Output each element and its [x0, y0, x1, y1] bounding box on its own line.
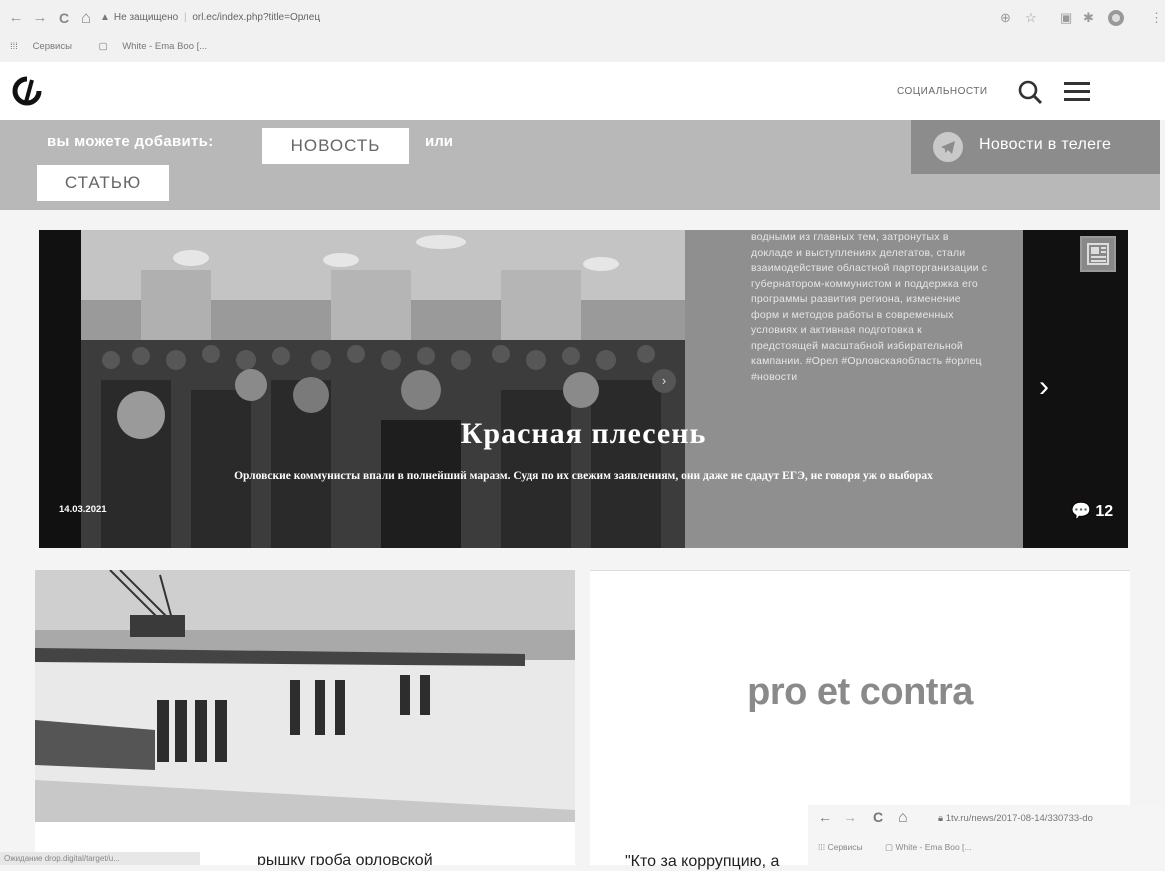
forward-button[interactable]: → — [843, 809, 857, 825]
hero-summary: Орловские коммунисты впали в полнейший м… — [234, 470, 933, 482]
browser-chrome: ← → C ⌂ ▲ Не защищено | orl.ec/index.php?… — [0, 0, 1165, 62]
warning-icon: ▲ — [100, 12, 110, 23]
browser-nav-row: ← → C ⌂ ▲ Не защищено | orl.ec/index.php?… — [0, 6, 1165, 30]
article-type-icon — [1080, 236, 1116, 272]
url-text: 1tv.ru/news/2017-08-14/330733-do — [945, 813, 1093, 824]
comment-count-value: 12 — [1095, 503, 1114, 520]
extension-icon[interactable]: ▣ — [1060, 6, 1072, 30]
lock-icon: 🔒︎ — [938, 813, 946, 824]
telegram-label: Новости в телеге — [979, 136, 1112, 153]
chevron-right-icon[interactable]: › — [1039, 370, 1049, 404]
news-card-title[interactable]: "Кто за коррупцию, а — [625, 853, 779, 871]
back-button[interactable]: ← — [818, 809, 832, 825]
address-bar[interactable]: 🔒︎ 1tv.ru/news/2017-08-14/330733-do — [938, 810, 1165, 828]
star-icon[interactable]: ☆ — [1025, 6, 1037, 30]
security-label: Не защищено — [113, 12, 179, 23]
add-content-bar: вы можете добавить: НОВОСТЬ или СТАТЬЮ Н… — [0, 120, 1160, 210]
hero-description-panel: водными из главных тем, затронутых в док… — [685, 230, 1023, 548]
reload-button[interactable]: C — [873, 809, 883, 825]
url-text: orl.ec/index.php?title=Орлец — [192, 12, 321, 23]
puzzle-icon[interactable]: ✱ — [1083, 6, 1094, 30]
telegram-news-link[interactable]: Новости в телеге — [911, 120, 1160, 174]
news-card[interactable]: рышку гроба орловской — [35, 570, 575, 865]
add-prompt: вы можете добавить: — [47, 133, 214, 150]
hero-slider[interactable]: водными из главных тем, затронутых в док… — [39, 230, 1128, 548]
telegram-icon — [933, 132, 963, 162]
address-bar[interactable]: ▲ Не защищено | orl.ec/index.php?title=Ор… — [100, 8, 940, 28]
hero-date: 14.03.2021 — [59, 504, 107, 515]
menu-icon[interactable]: ⋮ — [1150, 6, 1163, 30]
social-link[interactable]: СОЦИАЛЬНОСТИ — [897, 86, 988, 97]
status-bar: Ожидание drop.digital/target/u... — [0, 852, 200, 865]
apps-icon: ⁞⁞⁞ — [10, 41, 21, 52]
forward-button[interactable]: → — [30, 6, 50, 30]
slider-nav-icon[interactable]: › — [652, 369, 676, 393]
hero-description: водными из главных тем, затронутых в док… — [751, 231, 988, 383]
comment-count[interactable]: 💬 12 — [1071, 501, 1113, 521]
pro-et-contra-logo: pro et contra — [747, 671, 973, 713]
overlay-browser-chrome: ← → C ⌂ 🔒︎ 1tv.ru/news/2017-08-14/330733… — [808, 805, 1165, 865]
search-icon[interactable] — [1016, 78, 1044, 106]
back-button[interactable]: ← — [6, 6, 26, 30]
bookmark-apps[interactable]: ⁞⁞⁞ Сервисы — [10, 41, 84, 52]
site-header: СОЦИАЛЬНОСТИ — [0, 62, 1165, 120]
hamburger-menu-icon[interactable] — [1064, 82, 1090, 102]
profile-icon[interactable] — [1107, 6, 1125, 30]
bookmarks-bar: ⁞⁞⁞ Сервисы ▢ White - Ema Boo [... — [818, 842, 992, 853]
site-logo[interactable] — [12, 76, 42, 106]
news-card-image — [35, 570, 575, 822]
omnibox-separator: | — [183, 12, 187, 23]
bookmark-item[interactable]: ▢ White - Ema Boo [... — [885, 842, 981, 852]
add-article-button[interactable]: СТАТЬЮ — [37, 165, 169, 201]
home-button[interactable]: ⌂ — [76, 6, 96, 30]
bookmark-apps[interactable]: ⁞⁞⁞ Сервисы — [818, 842, 873, 852]
add-news-button[interactable]: НОВОСТЬ — [262, 128, 409, 164]
zoom-icon[interactable]: ⊕ — [1000, 6, 1011, 30]
reload-button[interactable]: C — [54, 6, 74, 30]
hero-title[interactable]: Красная плесень — [39, 417, 1128, 451]
or-label: или — [425, 133, 453, 150]
bookmark-folder-icon: ▢ — [98, 41, 111, 52]
hero-image — [81, 230, 685, 548]
home-button[interactable]: ⌂ — [898, 809, 908, 827]
bookmark-item[interactable]: ▢ White - Ema Boo [... — [99, 41, 220, 52]
bookmarks-bar: ⁞⁞⁞ Сервисы ▢ White - Ema Boo [... — [10, 38, 231, 56]
comment-icon: 💬 — [1071, 503, 1091, 520]
news-card-title[interactable]: рышку гроба орловской — [257, 852, 433, 865]
